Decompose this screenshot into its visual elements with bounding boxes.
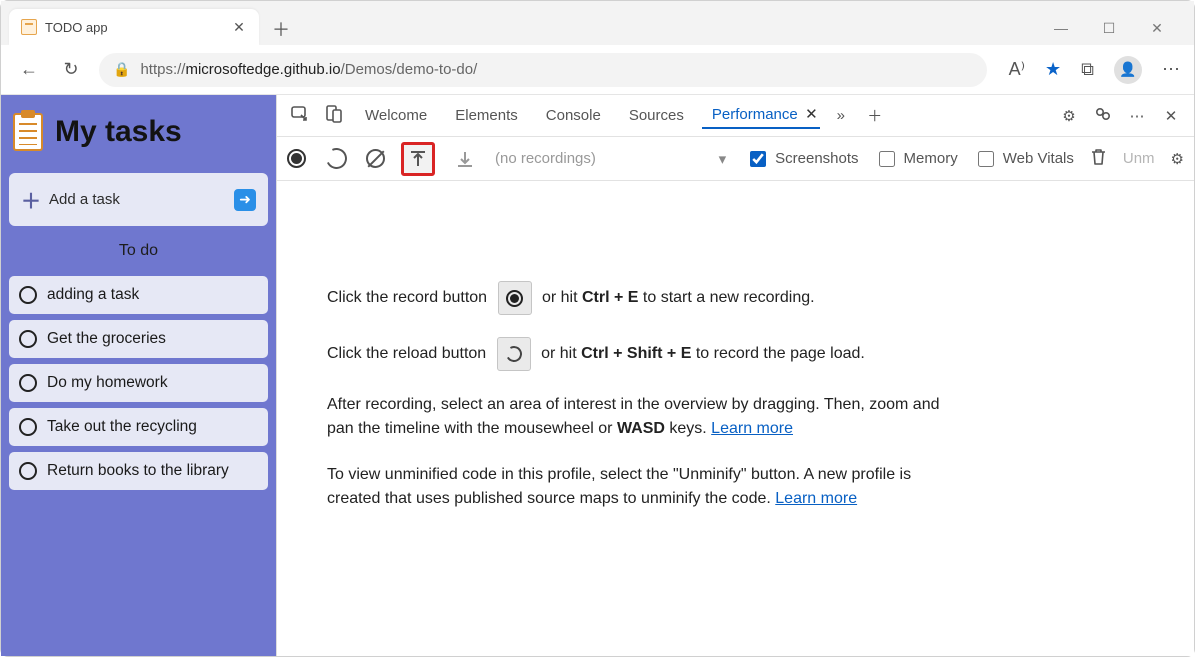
task-text: Get the groceries	[47, 330, 166, 348]
reload-button-icon	[497, 337, 531, 371]
recordings-dropdown-icon[interactable]: ▾	[719, 150, 727, 168]
learn-more-link[interactable]: Learn more	[775, 490, 857, 507]
profile-avatar-icon[interactable]: 👤	[1114, 56, 1142, 84]
add-task-card[interactable]: ＋ Add a task ➜	[9, 173, 268, 226]
todo-section-label: To do	[9, 242, 268, 260]
record-button[interactable]	[287, 149, 306, 168]
list-item[interactable]: adding a task	[9, 276, 268, 314]
window-minimize-icon[interactable]: —	[1046, 20, 1076, 37]
add-task-go-icon[interactable]: ➜	[234, 189, 256, 211]
record-hint: Click the record button or hit Ctrl + E …	[327, 281, 967, 315]
collections-icon[interactable]: ⧉	[1081, 59, 1094, 80]
tab-performance-label: Performance	[712, 106, 798, 123]
memory-checkbox-input[interactable]	[879, 151, 895, 167]
recordings-placeholder: (no recordings)	[495, 150, 596, 167]
task-circle-icon[interactable]	[19, 462, 37, 480]
unminify-hint: To view unminified code in this profile,…	[327, 463, 967, 511]
new-tab-plus-icon[interactable]: ＋	[862, 105, 888, 126]
browser-menu-icon[interactable]: ⋯	[1162, 59, 1180, 80]
favorite-star-icon[interactable]: ★	[1045, 59, 1061, 80]
page-title-text: My tasks	[55, 115, 182, 149]
devtools-close-icon[interactable]: ✕	[1158, 107, 1184, 125]
clear-button[interactable]	[366, 149, 385, 168]
tab-sources[interactable]: Sources	[619, 103, 694, 128]
list-item[interactable]: Get the groceries	[9, 320, 268, 358]
feedback-icon[interactable]	[1090, 105, 1116, 127]
address-bar: ← ↻ 🔒 https://microsoftedge.github.io/De…	[1, 45, 1194, 95]
url-prefix: https://	[140, 61, 185, 78]
devtools-menu-icon[interactable]: ⋯	[1124, 107, 1150, 125]
screenshots-checkbox-input[interactable]	[750, 151, 766, 167]
inspect-element-icon[interactable]	[287, 105, 313, 127]
browser-tab[interactable]: TODO app ✕	[9, 9, 259, 45]
url-path: /Demos/demo-to-do/	[341, 61, 478, 78]
site-lock-icon[interactable]: 🔒	[113, 61, 130, 78]
task-text: Do my homework	[47, 374, 168, 392]
trash-icon[interactable]	[1090, 148, 1107, 170]
window-close-icon[interactable]: ✕	[1142, 20, 1172, 37]
devtools-panel: Welcome Elements Console Sources Perform…	[276, 95, 1194, 656]
task-text: Take out the recycling	[47, 418, 197, 436]
list-item[interactable]: Take out the recycling	[9, 408, 268, 446]
unminify-button[interactable]: Unm	[1123, 150, 1155, 167]
save-profile-button[interactable]	[451, 145, 479, 173]
record-button-icon	[498, 281, 532, 315]
tab-welcome[interactable]: Welcome	[355, 103, 437, 128]
read-aloud-icon[interactable]: A⁾	[1009, 59, 1025, 80]
task-list: adding a task Get the groceries Do my ho…	[9, 276, 268, 490]
device-toolbar-icon[interactable]	[321, 105, 347, 127]
web-vitals-checkbox[interactable]: Web Vitals	[974, 148, 1074, 170]
reload-record-button[interactable]	[322, 145, 350, 173]
web-vitals-checkbox-input[interactable]	[978, 151, 994, 167]
after-recording-hint: After recording, select an area of inter…	[327, 393, 967, 441]
learn-more-link[interactable]: Learn more	[711, 420, 793, 437]
performance-empty-state: Click the record button or hit Ctrl + E …	[277, 181, 1194, 656]
performance-toolbar: (no recordings) ▾ Screenshots Memory Web…	[277, 137, 1194, 181]
tab-title: TODO app	[45, 20, 223, 35]
more-tabs-icon[interactable]: »	[828, 107, 854, 124]
nav-refresh-icon[interactable]: ↻	[57, 59, 85, 80]
url-input[interactable]: 🔒 https://microsoftedge.github.io/Demos/…	[99, 53, 987, 87]
task-circle-icon[interactable]	[19, 374, 37, 392]
close-tab-icon[interactable]: ✕	[805, 105, 818, 123]
tab-favicon-clipboard-icon	[21, 19, 37, 35]
new-tab-button[interactable]: ＋	[265, 13, 297, 45]
list-item[interactable]: Do my homework	[9, 364, 268, 402]
capture-settings-gear-icon[interactable]: ⚙	[1171, 150, 1184, 168]
web-vitals-label: Web Vitals	[1003, 150, 1074, 167]
screenshots-label: Screenshots	[775, 150, 858, 167]
task-circle-icon[interactable]	[19, 286, 37, 304]
page-title: My tasks	[13, 113, 264, 151]
clipboard-icon	[13, 113, 43, 151]
memory-checkbox[interactable]: Memory	[875, 148, 958, 170]
add-task-label: Add a task	[49, 191, 120, 208]
close-tab-icon[interactable]: ✕	[231, 19, 247, 36]
url-host: microsoftedge.github.io	[185, 61, 340, 78]
settings-gear-icon[interactable]: ⚙	[1056, 107, 1082, 125]
task-text: Return books to the library	[47, 462, 229, 480]
plus-icon: ＋	[21, 185, 41, 214]
task-text: adding a task	[47, 286, 139, 304]
window-maximize-icon[interactable]: ☐	[1094, 20, 1124, 37]
tab-elements[interactable]: Elements	[445, 103, 528, 128]
list-item[interactable]: Return books to the library	[9, 452, 268, 490]
tab-performance[interactable]: Performance ✕	[702, 102, 820, 129]
task-circle-icon[interactable]	[19, 418, 37, 436]
load-profile-button[interactable]	[401, 142, 435, 176]
memory-label: Memory	[904, 150, 958, 167]
page-todo-app: My tasks ＋ Add a task ➜ To do adding a t…	[1, 95, 276, 656]
screenshots-checkbox[interactable]: Screenshots	[746, 148, 858, 170]
task-circle-icon[interactable]	[19, 330, 37, 348]
tab-console[interactable]: Console	[536, 103, 611, 128]
reload-hint: Click the reload button or hit Ctrl + Sh…	[327, 337, 967, 371]
devtools-tabbar: Welcome Elements Console Sources Perform…	[277, 95, 1194, 137]
nav-back-icon[interactable]: ←	[15, 59, 43, 80]
browser-titlebar: TODO app ✕ ＋ — ☐ ✕	[1, 1, 1194, 45]
